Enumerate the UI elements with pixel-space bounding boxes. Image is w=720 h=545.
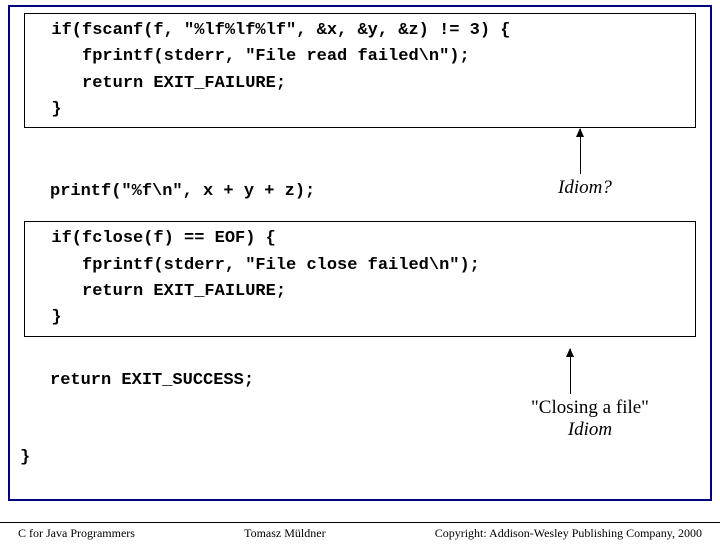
code-box-fclose: if(fclose(f) == EOF) { fprintf(stderr, "…	[24, 221, 696, 336]
annotation-closing-file: "Closing a file" Idiom	[520, 397, 660, 441]
code-line: }	[31, 305, 689, 331]
code-line: fprintf(stderr, "File read failed\n");	[31, 44, 689, 70]
annotation-idiom-question: Idiom?	[558, 177, 612, 199]
code-closing-brace: }	[20, 448, 30, 467]
footer: C for Java Programmers Tomasz Müldner Co…	[0, 522, 720, 541]
code-line: fprintf(stderr, "File close failed\n");	[31, 253, 689, 279]
footer-center: Tomasz Müldner	[244, 526, 325, 541]
annotation-text: "Closing a file"	[531, 397, 649, 418]
arrow-up-icon	[580, 129, 581, 174]
code-line: if(fclose(f) == EOF) {	[31, 226, 689, 252]
footer-right: Copyright: Addison-Wesley Publishing Com…	[435, 526, 702, 541]
code-line: }	[31, 97, 689, 123]
annotation-text: Idiom	[568, 419, 612, 440]
code-line: return EXIT_FAILURE;	[31, 279, 689, 305]
code-return-success: return EXIT_SUCCESS;	[50, 371, 696, 390]
footer-left: C for Java Programmers	[18, 526, 135, 541]
code-box-fscanf: if(fscanf(f, "%lf%lf%lf", &x, &y, &z) !=…	[24, 13, 696, 128]
code-line: return EXIT_FAILURE;	[31, 71, 689, 97]
slide-frame: if(fscanf(f, "%lf%lf%lf", &x, &y, &z) !=…	[8, 5, 712, 501]
code-line: if(fscanf(f, "%lf%lf%lf", &x, &y, &z) !=…	[31, 18, 689, 44]
arrow-up-icon	[570, 349, 571, 394]
